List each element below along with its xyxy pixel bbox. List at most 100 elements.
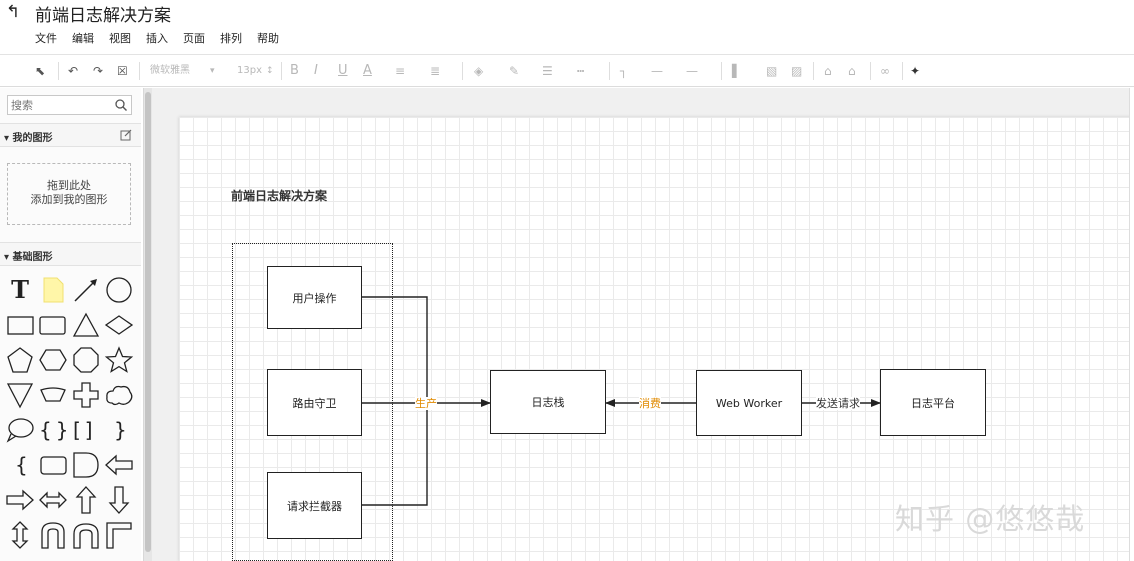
rounded-rectangle-shape-icon[interactable]	[38, 310, 68, 340]
node-log-platform[interactable]: 日志平台	[880, 369, 986, 436]
text-shape-icon[interactable]: T	[5, 275, 35, 305]
search-input[interactable]	[9, 97, 109, 113]
align-icon[interactable]: ≡	[395, 63, 405, 79]
my-shapes-label: ▾ 我的图形	[4, 133, 53, 144]
node-request-interceptor[interactable]: 请求拦截器	[267, 472, 362, 539]
menu-view[interactable]: 视图	[109, 30, 131, 46]
u-turn-arrow-shape-icon[interactable]	[38, 520, 68, 550]
menu-insert[interactable]: 插入	[146, 30, 168, 46]
arch-shape-icon[interactable]	[71, 520, 101, 550]
paint-format-icon[interactable]: ☒	[117, 63, 128, 79]
right-arrow-shape-icon[interactable]	[5, 485, 35, 515]
callout-shape-icon[interactable]	[5, 415, 35, 445]
line-width-icon[interactable]: ☰	[542, 63, 553, 79]
note-shape-icon[interactable]	[38, 275, 68, 305]
bracket-pair-shape-icon[interactable]: [ ]	[71, 415, 101, 445]
toolbar-divider	[462, 62, 463, 80]
watermark: 知乎 @悠悠哉	[895, 502, 1086, 536]
line-spacing-icon[interactable]: ≣	[430, 63, 440, 79]
up-arrow-shape-icon[interactable]	[71, 485, 101, 515]
edit-icon[interactable]	[120, 129, 132, 141]
fill-color-icon[interactable]: ◈	[474, 63, 483, 79]
title-bar: ↰ 前端日志解决方案	[0, 0, 1134, 26]
underline-icon[interactable]: U	[338, 63, 348, 79]
format-painter-select-icon[interactable]: ⬉	[35, 63, 45, 79]
menu-edit[interactable]: 编辑	[72, 30, 94, 46]
align-objects-icon[interactable]: ▌	[732, 63, 741, 79]
triangle-shape-icon[interactable]	[71, 310, 101, 340]
link-icon[interactable]: ∞	[880, 63, 890, 79]
sidebar-scrollbar-thumb[interactable]	[145, 92, 151, 552]
lock-icon[interactable]: ⌂	[824, 63, 832, 79]
rectangle-shape-icon[interactable]	[5, 310, 35, 340]
line-start-icon[interactable]: —	[651, 63, 663, 79]
menu-help[interactable]: 帮助	[257, 30, 279, 46]
down-arrow-shape-icon[interactable]	[104, 485, 134, 515]
trapezoid-shape-icon[interactable]	[38, 380, 68, 410]
format-toolbar: ⬉ ↶ ↷ ☒ 微软雅黑 ▾ 13px ↕ B I U A ≡ ≣ ◈ ✎ ☰ …	[0, 54, 1134, 87]
star-shape-icon[interactable]	[104, 345, 134, 375]
left-arrow-shape-icon[interactable]	[104, 450, 134, 480]
corner-shape-icon[interactable]	[104, 520, 134, 550]
inverted-triangle-shape-icon[interactable]	[5, 380, 35, 410]
toolbar-divider	[721, 62, 722, 80]
rounded-box-shape-icon[interactable]	[38, 450, 68, 480]
basic-shapes-header[interactable]: ▾ 基础图形	[0, 242, 141, 266]
right-brace-shape-icon[interactable]: }	[104, 415, 134, 445]
drop-hint-line2: 添加到我的图形	[30, 193, 108, 206]
edge-label-produce[interactable]: 生产	[415, 397, 437, 410]
delay-shape-icon[interactable]	[71, 450, 101, 480]
back-arrow-icon[interactable]: ↰	[6, 2, 20, 22]
search-box[interactable]	[7, 95, 132, 115]
bring-forward-icon[interactable]: ▧	[766, 63, 777, 79]
arrow-line-shape-icon[interactable]	[71, 275, 101, 305]
node-web-worker[interactable]: Web Worker	[696, 370, 802, 436]
font-family-select[interactable]: 微软雅黑	[150, 63, 190, 79]
hexagon-shape-icon[interactable]	[38, 345, 68, 375]
redo-icon[interactable]: ↷	[93, 63, 103, 79]
circle-shape-icon[interactable]	[104, 275, 134, 305]
toolbar-divider	[870, 62, 871, 80]
chevron-down-icon: ▾	[210, 66, 215, 76]
svg-text:T: T	[11, 275, 29, 304]
line-end-icon[interactable]: —	[686, 63, 698, 79]
vertical-double-arrow-shape-icon[interactable]	[5, 520, 35, 550]
font-size-select[interactable]: 13px	[237, 63, 262, 79]
octagon-shape-icon[interactable]	[71, 345, 101, 375]
italic-icon[interactable]: I	[314, 63, 318, 79]
double-arrow-shape-icon[interactable]	[38, 485, 68, 515]
menu-page[interactable]: 页面	[183, 30, 205, 46]
brace-pair-shape-icon[interactable]: { }	[38, 415, 68, 445]
node-log-stack[interactable]: 日志栈	[490, 370, 606, 434]
pentagon-shape-icon[interactable]	[5, 345, 35, 375]
cloud-shape-icon[interactable]	[104, 380, 134, 410]
document-title[interactable]: 前端日志解决方案	[35, 1, 171, 26]
connector-type-icon[interactable]: ┐	[620, 63, 627, 79]
diamond-shape-icon[interactable]	[104, 310, 134, 340]
toolbar-divider	[813, 62, 814, 80]
sidebar-scrollbar[interactable]	[143, 88, 152, 561]
my-shapes-header[interactable]: ▾ 我的图形	[0, 123, 141, 147]
line-color-icon[interactable]: ✎	[509, 63, 519, 79]
node-route-guard[interactable]: 路由守卫	[267, 369, 362, 436]
unlock-icon[interactable]: ⌂	[848, 63, 856, 79]
menu-file[interactable]: 文件	[35, 30, 57, 46]
my-shapes-drop-zone[interactable]: 拖到此处 添加到我的图形	[7, 163, 131, 225]
bold-icon[interactable]: B	[290, 63, 299, 79]
magic-wand-icon[interactable]: ✦	[910, 63, 920, 79]
edge-label-consume[interactable]: 消费	[639, 397, 661, 410]
line-style-icon[interactable]: ┅	[577, 63, 584, 79]
node-user-action[interactable]: 用户操作	[267, 266, 362, 329]
undo-icon[interactable]: ↶	[68, 63, 78, 79]
cross-shape-icon[interactable]	[71, 380, 101, 410]
toolbar-divider	[281, 62, 282, 80]
search-icon[interactable]	[114, 98, 128, 112]
stepper-icon[interactable]: ↕	[266, 63, 274, 79]
edge-label-send-request[interactable]: 发送请求	[816, 397, 860, 410]
font-color-icon[interactable]: A	[363, 63, 372, 79]
svg-text:[ ]: [ ]	[73, 418, 93, 442]
left-brace-shape-icon[interactable]: {	[5, 450, 35, 480]
menu-arrange[interactable]: 排列	[220, 30, 242, 46]
send-backward-icon[interactable]: ▨	[791, 63, 802, 79]
diagram-title[interactable]: 前端日志解决方案	[231, 187, 327, 204]
